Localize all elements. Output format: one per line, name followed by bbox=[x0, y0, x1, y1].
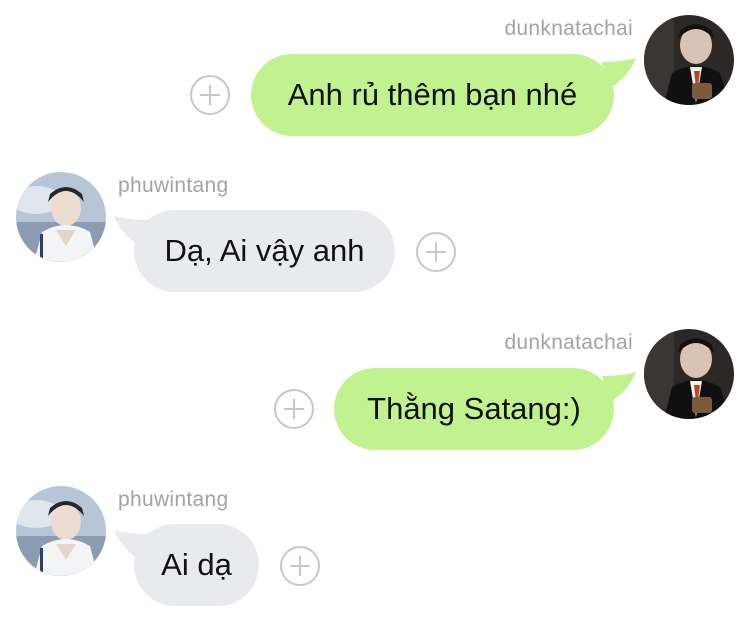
message-incoming: phuwintang Ai dạ bbox=[0, 474, 744, 624]
avatar[interactable] bbox=[644, 15, 734, 105]
add-circle-icon[interactable] bbox=[189, 74, 231, 116]
message-bubble[interactable]: Anh rủ thêm bạn nhé bbox=[251, 54, 614, 136]
add-circle-icon[interactable] bbox=[279, 545, 321, 587]
message-bubble[interactable]: Thằng Satang:) bbox=[334, 368, 614, 450]
message-incoming: phuwintang Dạ, Ai vậy anh bbox=[0, 160, 744, 310]
avatar[interactable] bbox=[16, 486, 106, 576]
sender-username[interactable]: phuwintang bbox=[118, 488, 228, 512]
sender-username[interactable]: phuwintang bbox=[118, 174, 228, 198]
message-outgoing: dunknatachai Thằng Satang:) bbox=[0, 315, 744, 465]
avatar[interactable] bbox=[16, 172, 106, 262]
add-circle-icon[interactable] bbox=[415, 231, 457, 273]
message-bubble[interactable]: Ai dạ bbox=[134, 524, 259, 606]
add-circle-icon[interactable] bbox=[273, 388, 315, 430]
sender-username[interactable]: dunknatachai bbox=[504, 331, 633, 355]
sender-username[interactable]: dunknatachai bbox=[504, 17, 633, 41]
message-bubble[interactable]: Dạ, Ai vậy anh bbox=[134, 210, 395, 292]
message-outgoing: dunknatachai Anh rủ thêm bạn nhé bbox=[0, 0, 744, 150]
avatar[interactable] bbox=[644, 329, 734, 419]
